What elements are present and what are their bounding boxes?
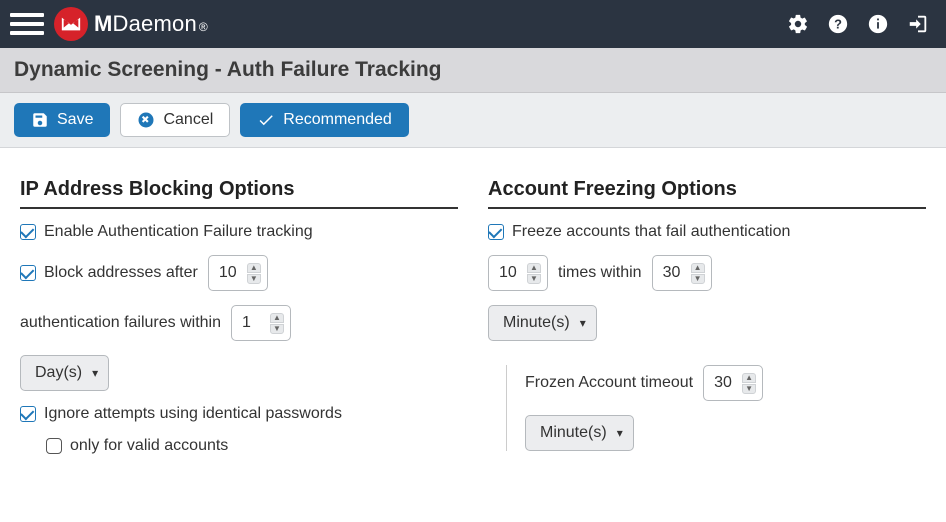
checkbox-icon	[46, 438, 62, 454]
ip-blocking-heading: IP Address Blocking Options	[20, 178, 458, 209]
freeze-within-input[interactable]: 30 ▲▼	[652, 255, 712, 291]
frozen-timeout-group: Frozen Account timeout 30 ▲▼ Minute(s) ▾	[506, 365, 926, 451]
ignore-identical-checkbox[interactable]: Ignore attempts using identical password…	[20, 405, 342, 423]
info-icon[interactable]	[866, 12, 890, 36]
brand-logo-icon	[54, 7, 88, 41]
settings-icon[interactable]	[786, 12, 810, 36]
brand-name: MDaemon®	[94, 11, 208, 37]
frozen-timeout-unit-value: Minute(s)	[540, 424, 607, 442]
svg-text:?: ?	[834, 17, 842, 32]
cancel-icon	[137, 111, 155, 129]
top-bar: MDaemon® ?	[0, 0, 946, 48]
ignore-identical-label: Ignore attempts using identical password…	[44, 405, 342, 423]
enable-tracking-label: Enable Authentication Failure tracking	[44, 223, 313, 241]
only-valid-accounts-label: only for valid accounts	[70, 437, 228, 455]
block-after-count-input[interactable]: 10 ▲▼	[208, 255, 268, 291]
page-title: Dynamic Screening - Auth Failure Trackin…	[14, 58, 932, 82]
brand-reg: ®	[199, 20, 208, 34]
times-within-label: times within	[558, 264, 642, 282]
frozen-timeout-label: Frozen Account timeout	[525, 374, 693, 392]
chevron-down-icon: ▾	[92, 366, 98, 380]
freeze-accounts-label: Freeze accounts that fail authentication	[512, 223, 790, 241]
block-after-checkbox[interactable]: Block addresses after	[20, 264, 198, 282]
account-freezing-section: Account Freezing Options Freeze accounts…	[488, 172, 926, 469]
freeze-within-value: 30	[663, 264, 685, 282]
help-icon[interactable]: ?	[826, 12, 850, 36]
block-time-unit-select[interactable]: Day(s) ▾	[20, 355, 109, 391]
recommended-label: Recommended	[283, 111, 392, 129]
enable-tracking-checkbox[interactable]: Enable Authentication Failure tracking	[20, 223, 313, 241]
spinner-icon[interactable]: ▲▼	[691, 263, 705, 284]
freeze-accounts-checkbox[interactable]: Freeze accounts that fail authentication	[488, 223, 790, 241]
content-scroll[interactable]: IP Address Blocking Options Enable Authe…	[0, 158, 946, 522]
failures-within-label: authentication failures within	[20, 314, 221, 332]
failures-within-value: 1	[242, 314, 264, 332]
recommended-button[interactable]: Recommended	[240, 103, 409, 137]
account-freezing-heading: Account Freezing Options	[488, 178, 926, 209]
checkbox-icon	[20, 406, 36, 422]
spinner-icon[interactable]: ▲▼	[527, 263, 541, 284]
spinner-icon[interactable]: ▲▼	[270, 313, 284, 334]
frozen-timeout-input[interactable]: 30 ▲▼	[703, 365, 763, 401]
freeze-times-input[interactable]: 10 ▲▼	[488, 255, 548, 291]
freeze-time-unit-select[interactable]: Minute(s) ▾	[488, 305, 597, 341]
spinner-icon[interactable]: ▲▼	[742, 373, 756, 394]
cancel-button[interactable]: Cancel	[120, 103, 230, 137]
brand-rest: Daemon	[113, 11, 197, 37]
save-button[interactable]: Save	[14, 103, 110, 137]
frozen-timeout-value: 30	[714, 374, 736, 392]
checkbox-icon	[488, 224, 504, 240]
block-after-count-value: 10	[219, 264, 241, 282]
cancel-label: Cancel	[163, 111, 213, 129]
save-icon	[31, 111, 49, 129]
content-columns: IP Address Blocking Options Enable Authe…	[0, 158, 946, 522]
save-label: Save	[57, 111, 93, 129]
menu-icon[interactable]	[10, 7, 44, 41]
freeze-time-unit-value: Minute(s)	[503, 314, 570, 332]
ip-blocking-section: IP Address Blocking Options Enable Authe…	[20, 172, 458, 469]
action-bar: Save Cancel Recommended	[0, 93, 946, 148]
failures-within-input[interactable]: 1 ▲▼	[231, 305, 291, 341]
page-title-bar: Dynamic Screening - Auth Failure Trackin…	[0, 48, 946, 93]
topbar-actions: ?	[786, 12, 936, 36]
freeze-times-value: 10	[499, 264, 521, 282]
only-valid-accounts-checkbox[interactable]: only for valid accounts	[46, 437, 228, 455]
block-after-label: Block addresses after	[44, 264, 198, 282]
block-time-unit-value: Day(s)	[35, 364, 82, 382]
checkbox-icon	[20, 224, 36, 240]
checkbox-icon	[20, 265, 36, 281]
chevron-down-icon: ▾	[617, 426, 623, 440]
logout-icon[interactable]	[906, 12, 930, 36]
brand-prefix: M	[94, 11, 113, 37]
frozen-timeout-unit-select[interactable]: Minute(s) ▾	[525, 415, 634, 451]
spinner-icon[interactable]: ▲▼	[247, 263, 261, 284]
chevron-down-icon: ▾	[580, 316, 586, 330]
check-icon	[257, 111, 275, 129]
